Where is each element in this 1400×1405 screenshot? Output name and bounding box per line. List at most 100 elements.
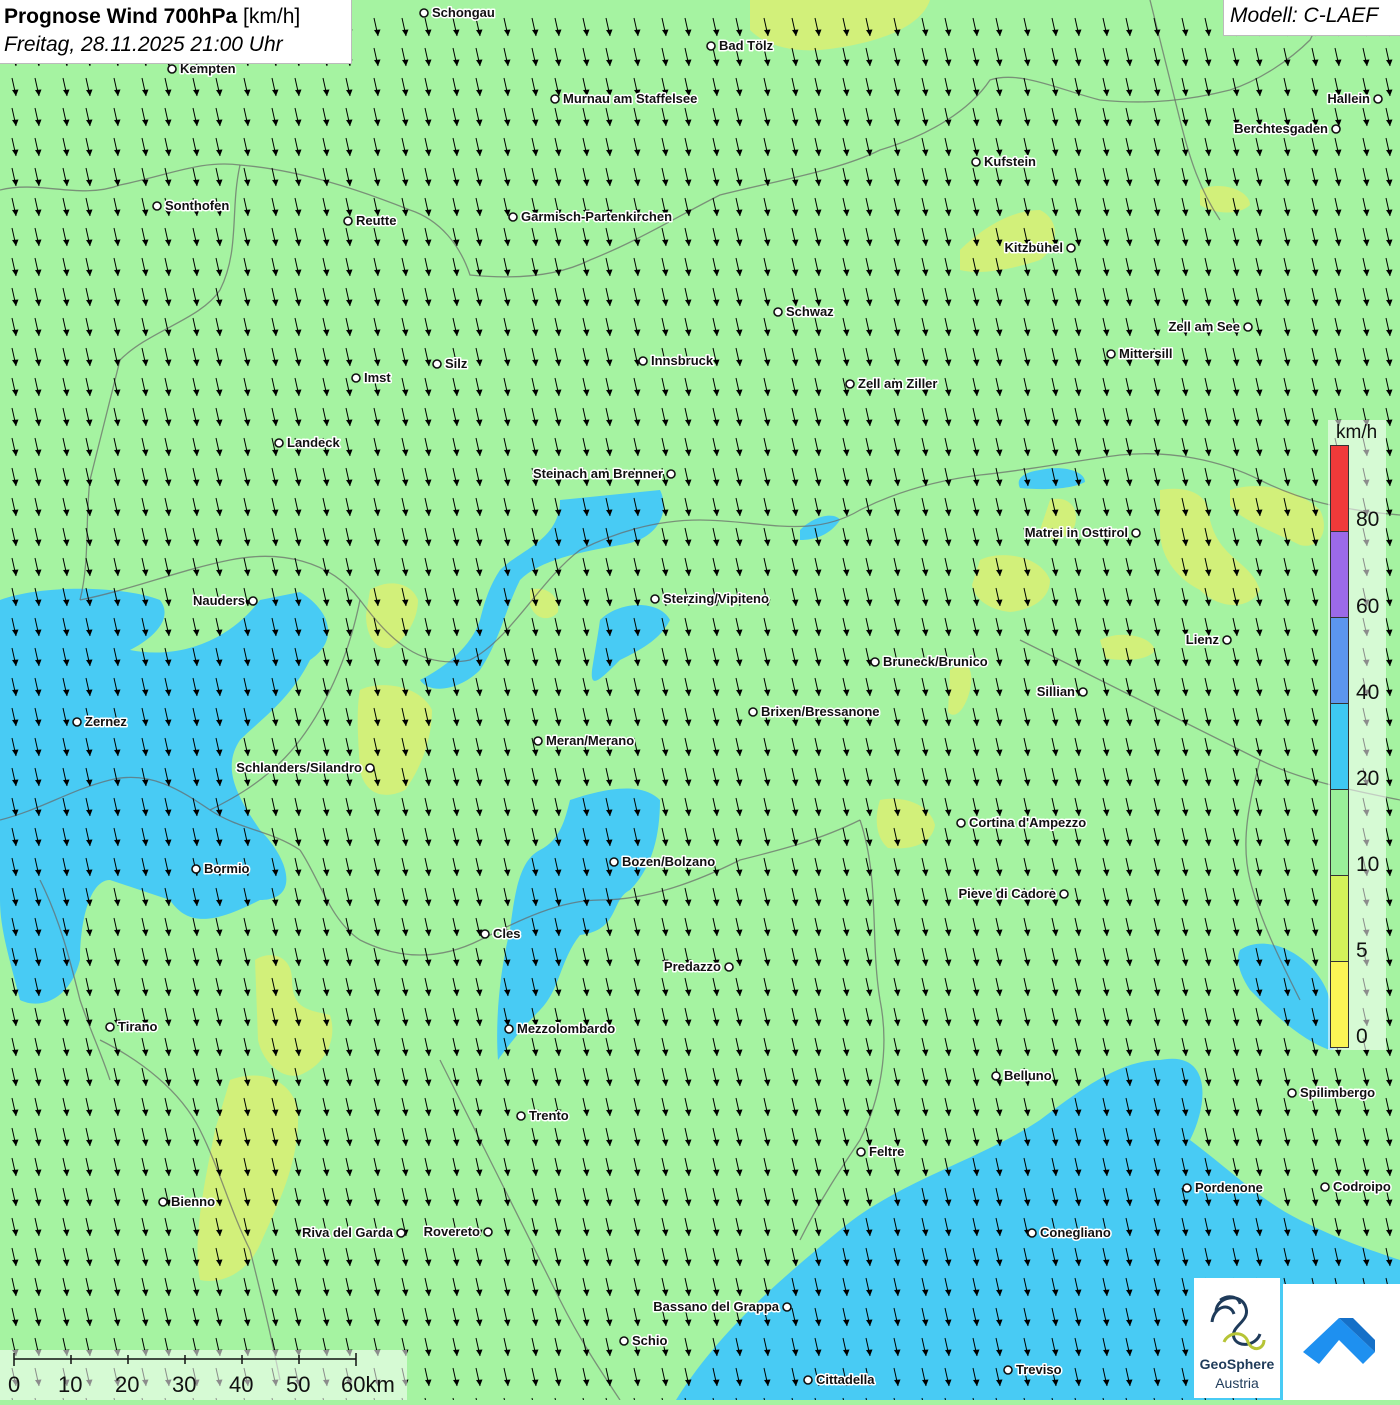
city-dot-icon — [1243, 322, 1253, 332]
city-pordenone: Pordenone — [1182, 1179, 1264, 1197]
city-sterzing-vipiteno: Sterzing/Vipiteno — [650, 590, 770, 608]
scale-label-10: 10 — [58, 1372, 83, 1397]
geosphere-emblem-icon — [1210, 1295, 1266, 1350]
city-label: Mittersill — [1119, 346, 1172, 361]
city-dot-icon — [1003, 1365, 1013, 1375]
city-label: Zernez — [85, 714, 127, 729]
city-dot-icon — [396, 1228, 406, 1238]
city-label: Kitzbühel — [1005, 240, 1064, 255]
legend-label-0: 0 — [1356, 1025, 1368, 1048]
legend-seg-40-60 — [1330, 617, 1349, 704]
legend: km/h 80 60 40 20 10 5 0 — [1328, 420, 1386, 1050]
city-dot-icon — [845, 379, 855, 389]
legend-seg-5-10 — [1330, 875, 1349, 962]
app-logo[interactable] — [1283, 1284, 1400, 1400]
city-dot-icon — [1373, 94, 1383, 104]
city-label: Schlanders/Silandro — [236, 760, 362, 775]
city-label: Schongau — [432, 5, 495, 20]
legend-label-10: 10 — [1356, 853, 1380, 876]
city-dot-icon — [1131, 528, 1141, 538]
city-dot-icon — [1182, 1183, 1192, 1193]
city-dot-icon — [1106, 349, 1116, 359]
city-label: Matrei in Osttirol — [1025, 525, 1128, 540]
city-dot-icon — [158, 1197, 168, 1207]
title-bold: Prognose Wind 700hPa — [4, 5, 238, 28]
city-label: Belluno — [1004, 1068, 1052, 1083]
city-dot-icon — [782, 1302, 792, 1312]
scale-label-40: 40 — [229, 1372, 254, 1397]
geosphere-country: Austria — [1215, 1375, 1259, 1391]
city-label: Lienz — [1186, 632, 1220, 647]
geosphere-logo[interactable]: GeoSphere Austria — [1194, 1278, 1280, 1398]
city-dot-icon — [152, 201, 162, 211]
city-label: Nauders — [193, 593, 245, 608]
city-label: Bormio — [204, 861, 250, 876]
scale-label-0: 0 — [8, 1372, 21, 1397]
city-dot-icon — [724, 962, 734, 972]
city-dot-icon — [419, 8, 429, 18]
city-schongau: Schongau — [419, 4, 496, 22]
city-label: Trento — [529, 1108, 569, 1123]
city-dot-icon — [72, 717, 82, 727]
city-label: Pordenone — [1195, 1180, 1263, 1195]
city-dot-icon — [1078, 687, 1088, 697]
city-sonthofen: Sonthofen — [152, 197, 231, 215]
city-label: Bruneck/Brunico — [883, 654, 988, 669]
legend-label-20: 20 — [1356, 767, 1380, 790]
legend-unit: km/h — [1336, 422, 1378, 443]
city-dot-icon — [343, 216, 353, 226]
city-matrei-in-osttirol: Matrei in Osttirol — [1023, 524, 1141, 542]
city-dot-icon — [516, 1111, 526, 1121]
city-label: Riva del Garda — [302, 1225, 394, 1240]
city-dot-icon — [638, 356, 648, 366]
city-dot-icon — [533, 736, 543, 746]
city-dot-icon — [971, 157, 981, 167]
city-label: Landeck — [287, 435, 341, 450]
city-label: Tirano — [118, 1019, 158, 1034]
city-meran-merano: Meran/Merano — [533, 732, 636, 750]
city-label: Hallein — [1327, 91, 1370, 106]
legend-seg-10-20 — [1330, 789, 1349, 876]
city-label: Mezzolombardo — [517, 1021, 615, 1036]
city-label: Predazzo — [664, 959, 721, 974]
app-logo-icon — [1303, 1318, 1375, 1364]
title-box: Prognose Wind 700hPa [km/h] Freitag, 28.… — [0, 0, 352, 64]
city-dot-icon — [650, 594, 660, 604]
scale-bar: 0 10 20 30 40 50 60km — [0, 1350, 407, 1400]
scale-label-20: 20 — [115, 1372, 140, 1397]
city-spilimbergo: Spilimbergo — [1287, 1084, 1377, 1102]
city-dot-icon — [1066, 243, 1076, 253]
city-dot-icon — [351, 373, 361, 383]
scale-label-30: 30 — [172, 1372, 197, 1397]
city-label: Pieve di Cadore — [958, 886, 1056, 901]
city-label: Bozen/Bolzano — [622, 854, 715, 869]
city-label: Steinach am Brenner — [533, 466, 663, 481]
city-dot-icon — [991, 1071, 1001, 1081]
city-brixen-bressanone: Brixen/Bressanone — [748, 703, 881, 721]
city-garmisch-partenkirchen: Garmisch-Partenkirchen — [508, 208, 674, 226]
wind-map: SchongauBad TölzKemptenMurnau am Staffel… — [0, 0, 1400, 1400]
city-label: Sterzing/Vipiteno — [663, 591, 769, 606]
city-dot-icon — [803, 1375, 813, 1385]
city-label: Berchtesgaden — [1234, 121, 1328, 136]
city-dot-icon — [1320, 1182, 1330, 1192]
city-label: Cittadella — [816, 1372, 875, 1387]
city-label: Schwaz — [786, 304, 834, 319]
city-dot-icon — [666, 469, 676, 479]
city-dot-icon — [480, 929, 490, 939]
city-dot-icon — [1027, 1228, 1037, 1238]
city-label: Reutte — [356, 213, 396, 228]
legend-seg-60-80 — [1330, 531, 1349, 618]
city-label: Sillian — [1037, 684, 1075, 699]
city-label: Sonthofen — [165, 198, 229, 213]
city-schlanders-silandro: Schlanders/Silandro — [235, 759, 375, 777]
city-dot-icon — [365, 763, 375, 773]
city-label: Spilimbergo — [1300, 1085, 1375, 1100]
city-bozen-bolzano: Bozen/Bolzano — [609, 853, 717, 871]
scale-label-60km: 60km — [341, 1372, 395, 1397]
city-dot-icon — [748, 707, 758, 717]
city-dot-icon — [956, 818, 966, 828]
city-label: Cortina d'Ampezzo — [969, 815, 1086, 830]
forecast-datetime: Freitag, 28.11.2025 21:00 Uhr — [4, 33, 283, 56]
legend-label-40: 40 — [1356, 681, 1380, 704]
